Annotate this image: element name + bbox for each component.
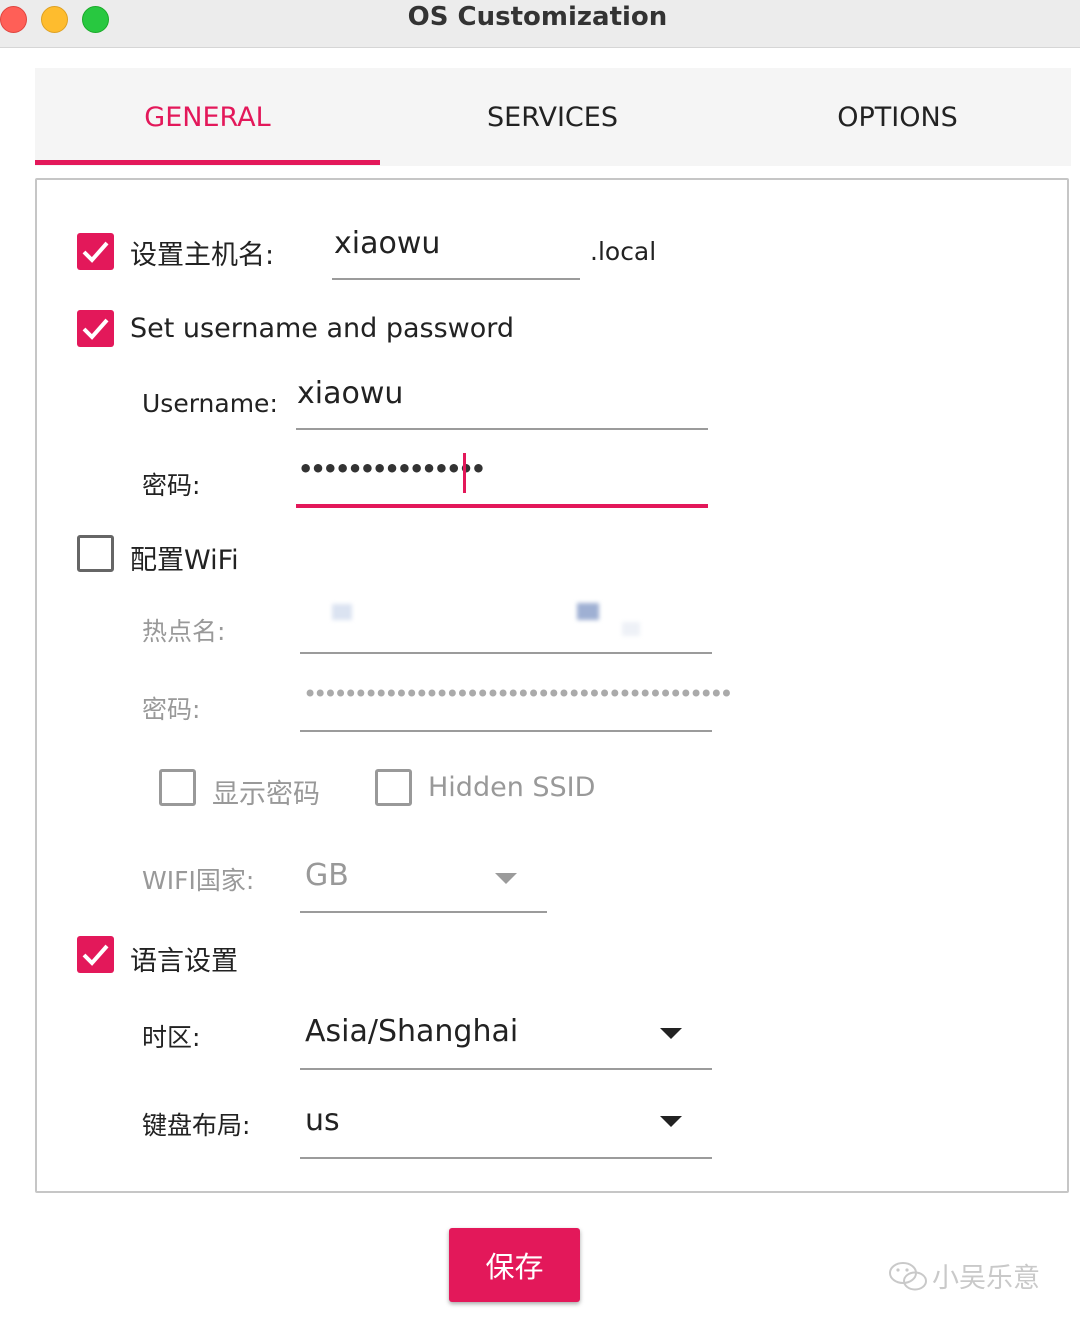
user-password-checkbox[interactable] bbox=[77, 310, 114, 347]
locale-label: 语言设置 bbox=[130, 946, 238, 977]
wifi-label: 配置WiFi bbox=[130, 545, 239, 576]
keyboard-select[interactable]: us bbox=[305, 1103, 340, 1138]
wechat-icon bbox=[889, 1262, 927, 1291]
wifi-checkbox[interactable] bbox=[77, 535, 114, 572]
chevron-down-icon[interactable] bbox=[660, 1028, 682, 1039]
checkmark-icon bbox=[82, 241, 109, 263]
chevron-down-icon[interactable] bbox=[660, 1116, 682, 1127]
hostname-label: 设置主机名: bbox=[130, 240, 275, 271]
active-tab-indicator bbox=[35, 160, 380, 165]
blurred-ssid-mark bbox=[622, 622, 640, 636]
show-password-checkbox[interactable] bbox=[159, 769, 196, 806]
hostname-suffix: .local bbox=[590, 237, 657, 266]
locale-checkbox[interactable] bbox=[77, 936, 114, 973]
username-input[interactable]: xiaowu bbox=[297, 376, 403, 411]
title-bar: OS Customization bbox=[0, 0, 1080, 48]
wifi-password-underline bbox=[300, 730, 712, 732]
wifi-country-select[interactable]: GB bbox=[305, 858, 349, 893]
blurred-ssid-mark bbox=[577, 603, 599, 620]
tab-options[interactable]: OPTIONS bbox=[725, 68, 1070, 166]
ssid-label: 热点名: bbox=[142, 617, 226, 646]
timezone-label: 时区: bbox=[142, 1023, 201, 1052]
wifi-password-label: 密码: bbox=[142, 695, 201, 724]
user-password-label: Set username and password bbox=[130, 313, 515, 344]
keyboard-underline bbox=[300, 1157, 712, 1159]
text-cursor bbox=[463, 453, 466, 493]
username-label: Username: bbox=[142, 389, 278, 418]
timezone-underline bbox=[300, 1068, 712, 1070]
checkmark-icon bbox=[82, 944, 109, 966]
show-password-label: 显示密码 bbox=[212, 779, 320, 810]
ssid-underline bbox=[300, 652, 712, 654]
hidden-ssid-checkbox[interactable] bbox=[375, 769, 412, 806]
timezone-select[interactable]: Asia/Shanghai bbox=[305, 1014, 518, 1049]
password-underline-focused bbox=[296, 504, 708, 508]
blurred-ssid-mark bbox=[332, 604, 352, 620]
keyboard-label: 键盘布局: bbox=[142, 1111, 251, 1140]
chevron-down-icon[interactable] bbox=[495, 873, 517, 884]
hidden-ssid-label: Hidden SSID bbox=[428, 772, 596, 803]
save-button[interactable]: 保存 bbox=[449, 1228, 580, 1302]
tab-bar: GENERAL SERVICES OPTIONS bbox=[35, 68, 1071, 166]
wifi-country-label: WIFI国家: bbox=[142, 866, 255, 895]
password-input[interactable]: ••••••••••••••• bbox=[298, 455, 486, 483]
hostname-input[interactable]: xiaowu bbox=[334, 226, 440, 261]
password-label: 密码: bbox=[142, 471, 201, 500]
window-title: OS Customization bbox=[407, 2, 668, 32]
username-underline bbox=[296, 428, 708, 430]
tab-services[interactable]: SERVICES bbox=[380, 68, 725, 166]
watermark-text: 小吴乐意 bbox=[932, 1263, 1040, 1294]
tab-general[interactable]: GENERAL bbox=[35, 68, 380, 166]
hostname-underline bbox=[332, 278, 580, 280]
wifi-country-underline bbox=[300, 911, 547, 913]
hostname-checkbox[interactable] bbox=[77, 233, 114, 270]
wifi-password-input[interactable]: ••••••••••••••••••••••••••••••••••••••••… bbox=[303, 680, 734, 708]
checkmark-icon bbox=[82, 318, 109, 340]
